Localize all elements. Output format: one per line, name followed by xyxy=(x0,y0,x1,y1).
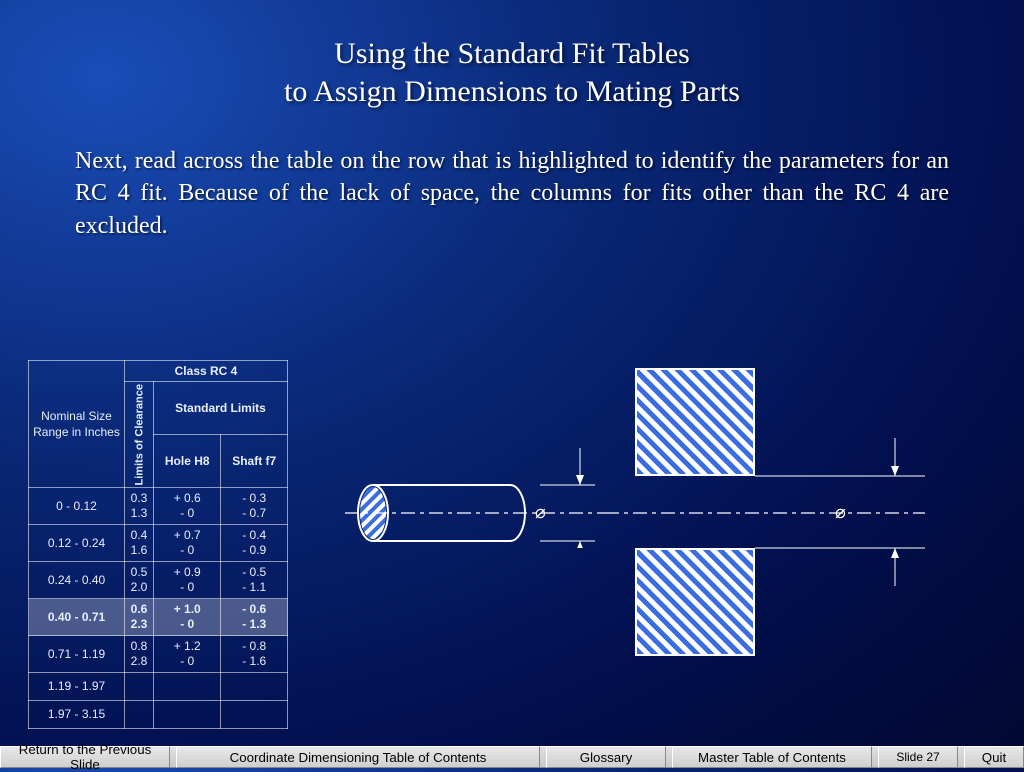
body-text: Next, read across the table on the row t… xyxy=(75,145,949,242)
return-button[interactable]: Return to the Previous Slide xyxy=(0,746,170,768)
range-cell: 1.97 - 3.15 xyxy=(29,701,125,729)
slide-title: Using the Standard Fit Tables to Assign … xyxy=(0,0,1024,110)
hole-header: Hole H8 xyxy=(154,435,221,488)
val-cell: + 1.0- 0 xyxy=(154,599,221,636)
val-cell xyxy=(221,673,288,701)
table-row: 1.19 - 1.97 xyxy=(29,673,288,701)
range-cell: 0.71 - 1.19 xyxy=(29,636,125,673)
val-cell: + 1.2- 0 xyxy=(154,636,221,673)
range-cell: 0.40 - 0.71 xyxy=(29,599,125,636)
val-cell: 0.82.8 xyxy=(125,636,154,673)
limits-clearance-header: Limits of Clearance xyxy=(125,382,154,488)
val-cell: 0.41.6 xyxy=(125,525,154,562)
fit-table: Nominal Size Range in Inches Class RC 4 … xyxy=(28,360,288,729)
val-cell: 0.52.0 xyxy=(125,562,154,599)
bushing-bottom xyxy=(635,548,755,656)
val-cell xyxy=(154,673,221,701)
bushing-dim-arrows xyxy=(755,430,985,620)
quit-button[interactable]: Quit xyxy=(964,746,1024,768)
val-cell xyxy=(221,701,288,729)
nominal-header: Nominal Size Range in Inches xyxy=(29,361,125,488)
slide-number: Slide 27 xyxy=(878,746,958,768)
shaft-header: Shaft f7 xyxy=(221,435,288,488)
range-cell: 0.24 - 0.40 xyxy=(29,562,125,599)
diameter-symbol-bushing: ⌀ xyxy=(835,502,846,523)
val-cell xyxy=(125,701,154,729)
table-row: 0.71 - 1.190.82.8+ 1.2- 0- 0.8- 1.6 xyxy=(29,636,288,673)
bushing-top xyxy=(635,368,755,476)
std-limits-header: Standard Limits xyxy=(154,382,288,435)
table-row: 0.40 - 0.710.62.3+ 1.0- 0- 0.6- 1.3 xyxy=(29,599,288,636)
range-cell: 0.12 - 0.24 xyxy=(29,525,125,562)
footer-nav: Return to the Previous Slide Coordinate … xyxy=(0,746,1024,768)
glossary-button[interactable]: Glossary xyxy=(546,746,666,768)
title-line-2: to Assign Dimensions to Mating Parts xyxy=(0,73,1024,111)
val-cell: - 0.3- 0.7 xyxy=(221,488,288,525)
val-cell: - 0.8- 1.6 xyxy=(221,636,288,673)
table-row: 1.97 - 3.15 xyxy=(29,701,288,729)
range-cell: 1.19 - 1.97 xyxy=(29,673,125,701)
val-cell: 0.31.3 xyxy=(125,488,154,525)
val-cell: - 0.6- 1.3 xyxy=(221,599,288,636)
diameter-symbol-shaft: ⌀ xyxy=(535,502,546,523)
range-cell: 0 - 0.12 xyxy=(29,488,125,525)
val-cell: + 0.9- 0 xyxy=(154,562,221,599)
val-cell: 0.62.3 xyxy=(125,599,154,636)
class-header: Class RC 4 xyxy=(125,361,288,382)
parts-diagram: ⌀ ⌀ xyxy=(355,440,985,650)
val-cell xyxy=(154,701,221,729)
table-row: 0.24 - 0.400.52.0+ 0.9- 0- 0.5- 1.1 xyxy=(29,562,288,599)
table-row: 0 - 0.120.31.3+ 0.6- 0- 0.3- 0.7 xyxy=(29,488,288,525)
val-cell: - 0.5- 1.1 xyxy=(221,562,288,599)
val-cell: + 0.7- 0 xyxy=(154,525,221,562)
val-cell: + 0.6- 0 xyxy=(154,488,221,525)
val-cell xyxy=(125,673,154,701)
shaft-dim-arrows xyxy=(540,438,610,548)
master-toc-button[interactable]: Master Table of Contents xyxy=(672,746,872,768)
coord-toc-button[interactable]: Coordinate Dimensioning Table of Content… xyxy=(176,746,540,768)
table-row: 0.12 - 0.240.41.6+ 0.7- 0- 0.4- 0.9 xyxy=(29,525,288,562)
val-cell: - 0.4- 0.9 xyxy=(221,525,288,562)
title-line-1: Using the Standard Fit Tables xyxy=(0,35,1024,73)
